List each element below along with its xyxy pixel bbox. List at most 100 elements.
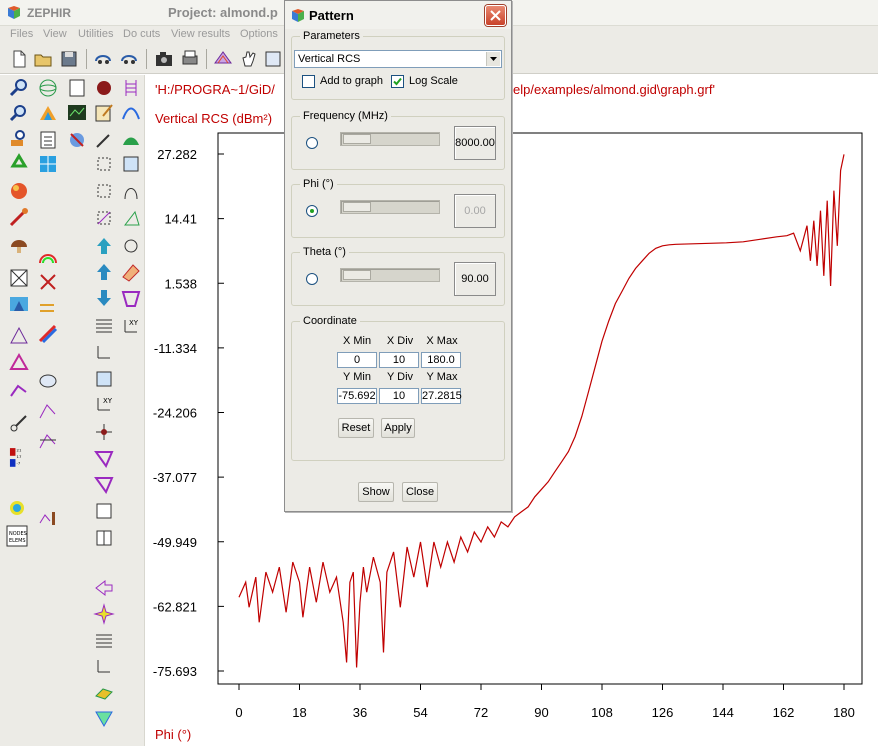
grid-split-icon[interactable] <box>93 527 115 549</box>
apply-button[interactable]: Apply <box>381 418 415 438</box>
wire-sphere-icon[interactable] <box>37 77 59 99</box>
loop-curve-icon[interactable] <box>120 235 142 257</box>
phi-radio[interactable] <box>306 205 318 217</box>
color-scale-icon[interactable]: 21 17 -7 <box>5 447 27 469</box>
menu-options[interactable]: Options <box>240 28 278 40</box>
green-surface-icon[interactable] <box>120 129 142 151</box>
colored-grid-icon[interactable] <box>37 153 59 175</box>
menu-view[interactable]: View <box>43 28 67 40</box>
rotate-view-back-icon[interactable] <box>118 48 140 70</box>
pencil-note-icon[interactable] <box>93 102 115 124</box>
mesh-edit-icon[interactable] <box>37 400 59 422</box>
curve-edit-icon[interactable] <box>120 102 142 124</box>
zoom-out-icon[interactable] <box>8 127 30 149</box>
rainbow-arc-icon[interactable] <box>37 245 59 267</box>
grid-plain-icon[interactable] <box>93 500 115 522</box>
slider-thumb[interactable] <box>343 202 371 212</box>
graph-edit-icon[interactable] <box>8 378 30 400</box>
axis-xy-icon[interactable] <box>37 271 59 293</box>
open-folder-icon[interactable] <box>32 48 54 70</box>
purple-grid-icon[interactable] <box>120 287 142 309</box>
new-file-icon[interactable] <box>8 48 30 70</box>
arrows-icon[interactable] <box>37 297 59 319</box>
reset-button[interactable]: Reset <box>338 418 374 438</box>
axis-xy-2-icon[interactable]: XY <box>120 315 142 337</box>
cube-page-icon[interactable] <box>93 368 115 390</box>
theta-radio[interactable] <box>306 273 318 285</box>
graph-window-icon[interactable] <box>66 102 88 124</box>
shape-purple-2-icon[interactable] <box>93 473 115 495</box>
arrow-down-icon[interactable] <box>93 287 115 309</box>
menu-files[interactable]: Files <box>10 28 33 40</box>
menu-utilities[interactable]: Utilities <box>78 28 113 40</box>
ymax-input[interactable]: 27.2815 <box>421 388 462 404</box>
sphere-icon[interactable] <box>8 180 30 202</box>
phi-slider[interactable] <box>340 200 440 214</box>
xmin-input[interactable]: 0 <box>337 352 377 368</box>
lens-icon[interactable] <box>37 370 59 392</box>
ball-icon[interactable] <box>93 77 115 99</box>
close-icon[interactable] <box>485 5 506 26</box>
graph-brush-icon[interactable] <box>37 507 59 529</box>
axis-xy-label-icon[interactable]: XY <box>93 393 115 415</box>
frequency-slider[interactable] <box>340 132 440 146</box>
lines-icon[interactable] <box>93 315 115 337</box>
box-icon[interactable] <box>8 267 30 289</box>
parameter-select[interactable]: Vertical RCS <box>294 50 502 68</box>
scissors-icon[interactable] <box>8 412 30 434</box>
magic-wand-icon[interactable] <box>93 129 115 151</box>
theta-slider[interactable] <box>340 268 440 282</box>
save-disk-icon[interactable] <box>58 48 80 70</box>
mesh-cut-icon[interactable] <box>37 430 59 452</box>
close-button[interactable]: Close <box>402 482 438 502</box>
ladder-icon[interactable] <box>120 77 142 99</box>
dashed-box-icon[interactable] <box>93 153 115 175</box>
ydiv-input[interactable]: 10 <box>379 388 419 404</box>
arrow-up-alt-icon[interactable] <box>93 261 115 283</box>
mushroom-icon[interactable] <box>8 235 30 257</box>
curve-triangle-icon[interactable] <box>120 207 142 229</box>
ymin-input[interactable]: -75.692 <box>337 388 377 404</box>
pyramid-icon[interactable] <box>8 325 30 347</box>
recycle-icon[interactable] <box>8 153 30 175</box>
add-to-graph-checkbox[interactable] <box>302 75 315 88</box>
arrow-purple-icon[interactable] <box>93 577 115 599</box>
slider-thumb[interactable] <box>343 270 371 280</box>
log-scale-checkbox[interactable] <box>391 75 404 88</box>
shape-purple-icon[interactable] <box>93 447 115 469</box>
camera-icon[interactable] <box>153 48 175 70</box>
rainbow-mesh-icon[interactable] <box>37 102 59 124</box>
mesh-color-icon[interactable] <box>212 48 234 70</box>
arrow-draw-icon[interactable] <box>8 206 30 228</box>
rainbow-stripe-icon[interactable] <box>37 323 59 345</box>
frequency-radio[interactable] <box>306 137 318 149</box>
page-icon[interactable] <box>66 77 88 99</box>
dashed-e-icon[interactable] <box>93 180 115 202</box>
nodes-elems-icon[interactable]: NODESELEMS <box>6 525 28 547</box>
lines-2-icon[interactable] <box>93 630 115 652</box>
eraser-icon[interactable] <box>66 129 88 151</box>
menu-do-cuts[interactable]: Do cuts <box>123 28 160 40</box>
hand-pan-icon[interactable] <box>238 48 260 70</box>
curve-b-icon[interactable] <box>120 180 142 202</box>
star-burst-icon[interactable] <box>93 603 115 625</box>
orange-grid-icon[interactable] <box>120 261 142 283</box>
arrow-up-icon[interactable] <box>93 235 115 257</box>
sunburst-icon[interactable] <box>6 497 28 519</box>
xdiv-input[interactable]: 10 <box>379 352 419 368</box>
print-icon[interactable] <box>179 48 201 70</box>
crosshair-icon[interactable] <box>93 421 115 443</box>
zoom-frame-icon[interactable] <box>8 102 30 124</box>
rotate-view-icon[interactable] <box>92 48 114 70</box>
menu-view-results[interactable]: View results <box>171 28 230 40</box>
page-fold-icon[interactable] <box>120 153 142 175</box>
color-slab-icon[interactable] <box>93 681 115 703</box>
slider-thumb[interactable] <box>343 134 371 144</box>
axes-2-icon[interactable] <box>93 655 115 677</box>
layer-list-icon[interactable] <box>37 129 59 151</box>
zoom-frame-icon[interactable] <box>262 48 284 70</box>
colored-triangle-icon[interactable] <box>93 707 115 729</box>
axes-icon[interactable] <box>93 341 115 363</box>
show-button[interactable]: Show <box>358 482 394 502</box>
xmax-input[interactable]: 180.0 <box>421 352 461 368</box>
